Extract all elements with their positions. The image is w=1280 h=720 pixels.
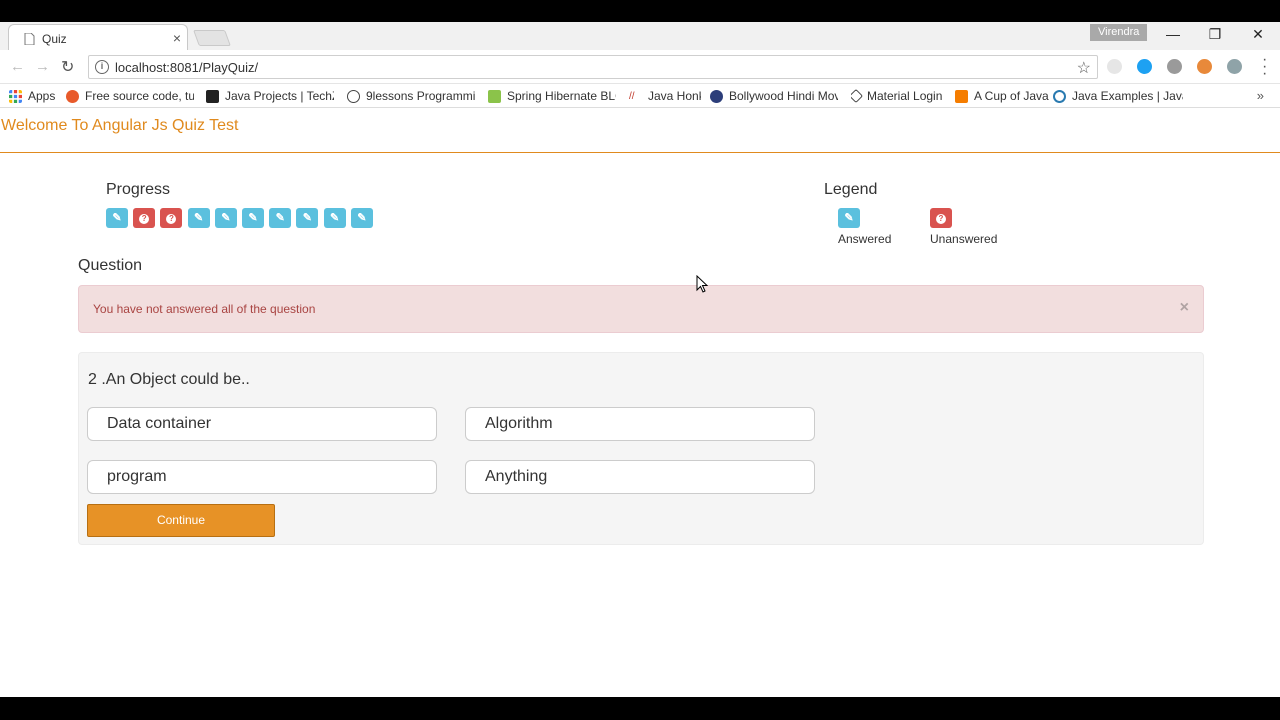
bookmarks-bar: Apps Free source code, tuto Java Project… <box>0 84 1280 108</box>
question-mark-icon: ? <box>166 214 177 224</box>
progress-answered-pencil-icon[interactable]: ✎ <box>269 208 292 228</box>
site-favicon-icon <box>955 89 968 103</box>
bookmark-label: Java Projects | TechZo <box>225 89 334 103</box>
extension-icon[interactable] <box>1227 59 1242 74</box>
question-text: 2 .An Object could be.. <box>88 371 250 388</box>
alert-message: You have not answered all of the questio… <box>93 302 316 316</box>
bookmark-item[interactable]: Material Login <box>851 87 951 105</box>
bookmark-label: Bollywood Hindi Mov <box>729 89 838 103</box>
legend-answered-pencil-icon: ✎ <box>838 208 860 228</box>
continue-button[interactable]: Continue <box>87 504 275 537</box>
progress-answered-pencil-icon[interactable]: ✎ <box>296 208 319 228</box>
answer-option[interactable]: Anything <box>465 460 815 494</box>
site-favicon-icon <box>1053 89 1066 103</box>
site-favicon-icon <box>488 89 501 103</box>
progress-answered-pencil-icon[interactable]: ✎ <box>214 208 237 228</box>
site-favicon-icon <box>710 89 723 103</box>
unanswered-alert: You have not answered all of the questio… <box>78 285 1204 333</box>
site-favicon-icon <box>66 89 79 103</box>
restore-button[interactable]: ❐ <box>1205 26 1225 43</box>
bookmark-item[interactable]: // Java Honk <box>629 87 701 105</box>
extension-icon[interactable] <box>1107 59 1122 74</box>
progress-unanswered-question-icon[interactable]: ? <box>160 208 183 228</box>
bookmark-item[interactable]: Bollywood Hindi Mov <box>710 87 838 105</box>
minimize-button[interactable]: — <box>1163 26 1183 42</box>
profile-badge[interactable]: Virendra <box>1090 24 1148 41</box>
progress-answered-pencil-icon[interactable]: ✎ <box>323 208 346 228</box>
extension-icon[interactable] <box>1197 59 1212 74</box>
legend-answered-label: Answered <box>838 232 892 246</box>
extension-icon[interactable] <box>1137 59 1152 74</box>
bookmark-label: Apps <box>28 89 56 103</box>
tab-quiz[interactable]: Quiz × <box>8 24 188 52</box>
progress-answered-pencil-icon[interactable]: ✎ <box>242 208 264 228</box>
site-favicon-icon <box>347 89 360 103</box>
apps-grid-icon <box>9 89 22 103</box>
browser-window: Quiz × Virendra — ❐ ✕ ← → ↻ i localhost:… <box>0 22 1280 697</box>
page-icon <box>24 33 35 45</box>
bookmark-item[interactable]: Java Examples | Java E <box>1053 87 1183 105</box>
tab-title: Quiz <box>42 32 67 46</box>
progress-unanswered-question-icon[interactable]: ? <box>133 208 156 228</box>
browser-toolbar: ← → ↻ i localhost:8081/PlayQuiz/ ☆ · · · <box>0 50 1280 84</box>
bookmark-label: Free source code, tuto <box>85 89 194 103</box>
bookmark-item[interactable]: Free source code, tuto <box>66 87 194 105</box>
progress-heading: Progress <box>106 181 171 198</box>
tab-strip: Quiz × Virendra — ❐ ✕ <box>0 22 1280 52</box>
progress-answered-pencil-icon[interactable]: ✎ <box>187 208 210 228</box>
title-divider <box>0 152 1280 153</box>
url-text: localhost:8081/PlayQuiz/ <box>115 60 259 75</box>
bookmark-item[interactable]: 9lessons Programmin <box>347 87 475 105</box>
bookmark-star-icon[interactable]: ☆ <box>1077 58 1091 78</box>
tab-close-icon[interactable]: × <box>173 30 181 46</box>
legend-unanswered-label: Unanswered <box>930 232 998 246</box>
bookmark-label: Material Login <box>867 89 943 103</box>
reload-icon[interactable]: ↻ <box>61 57 74 77</box>
forward-icon[interactable]: → <box>35 58 50 75</box>
bookmark-label: A Cup of Java <box>974 89 1049 103</box>
site-favicon-icon <box>206 89 219 103</box>
bookmark-item[interactable]: Java Projects | TechZo <box>206 87 334 105</box>
bookmark-label: Spring Hibernate BLO <box>507 89 616 103</box>
alert-close-icon[interactable]: × <box>1180 299 1189 317</box>
bookmark-item[interactable]: A Cup of Java <box>955 87 1050 105</box>
site-favicon-icon <box>851 88 864 104</box>
bookmark-apps[interactable]: Apps <box>9 87 55 105</box>
page-title: Welcome To Angular Js Quiz Test <box>1 117 239 134</box>
close-window-button[interactable]: ✕ <box>1248 26 1268 43</box>
address-bar[interactable]: i localhost:8081/PlayQuiz/ ☆ <box>88 55 1098 79</box>
bookmark-label: Java Honk <box>648 89 701 103</box>
site-favicon-icon: // <box>629 89 642 103</box>
question-heading: Question <box>78 257 143 274</box>
legend-unanswered-question-icon: ? <box>930 208 952 228</box>
back-icon[interactable]: ← <box>10 58 25 75</box>
answer-option[interactable]: program <box>87 460 437 494</box>
legend-heading: Legend <box>824 181 878 198</box>
mouse-cursor-icon <box>696 275 708 293</box>
answer-option[interactable]: Data container <box>87 407 437 441</box>
question-panel: 2 .An Object could be.. Data container A… <box>78 352 1204 545</box>
answer-option[interactable]: Algorithm <box>465 407 815 441</box>
extension-icon[interactable] <box>1167 59 1182 74</box>
bookmark-label: Java Examples | Java E <box>1072 89 1183 103</box>
bookmark-label: 9lessons Programmin <box>366 89 475 103</box>
new-tab-button[interactable] <box>193 30 231 46</box>
progress-answered-pencil-icon[interactable]: ✎ <box>106 208 128 228</box>
info-icon[interactable]: i <box>95 60 109 74</box>
question-mark-icon: ? <box>139 214 150 224</box>
more-bookmarks-icon[interactable]: » <box>1257 88 1264 103</box>
bookmark-item[interactable]: Spring Hibernate BLO <box>488 87 616 105</box>
progress-answered-pencil-icon[interactable]: ✎ <box>350 208 373 228</box>
menu-icon[interactable]: · · · <box>1262 52 1267 82</box>
quiz-page: Welcome To Angular Js Quiz Test Progress… <box>0 108 1280 697</box>
